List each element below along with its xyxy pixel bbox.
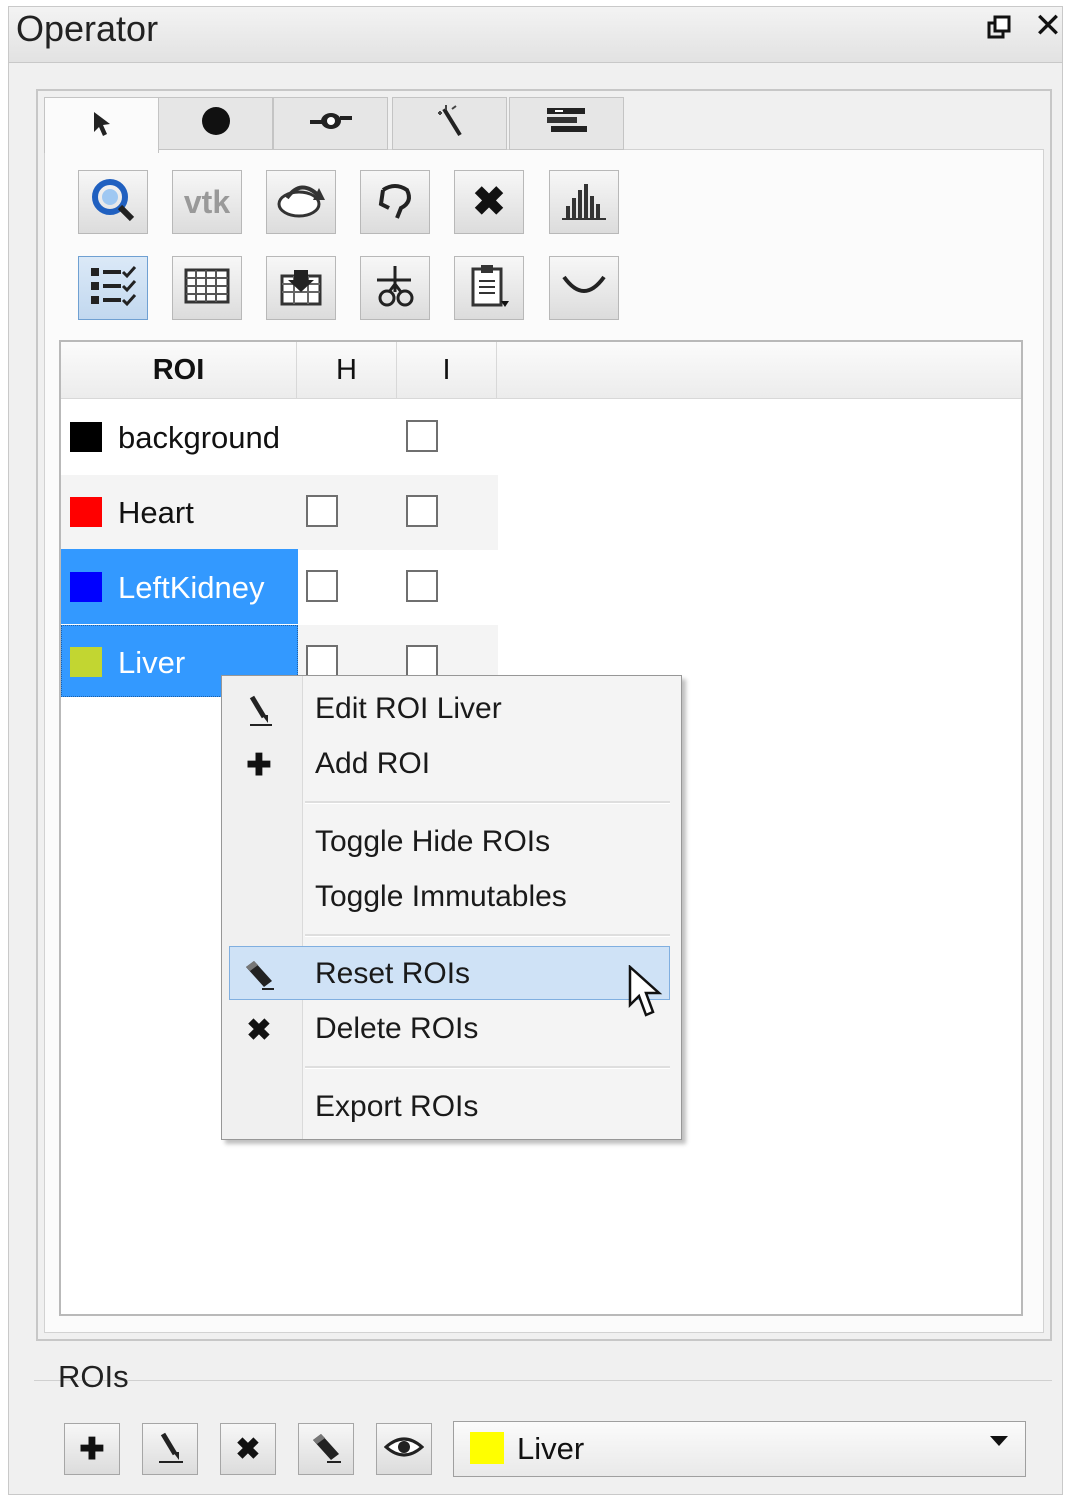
immutable-checkbox[interactable] [406, 570, 438, 602]
float-window-icon[interactable] [985, 14, 1013, 44]
scissors-icon [371, 264, 419, 313]
title-bar [9, 7, 1062, 63]
rotate-3d-icon [273, 178, 329, 227]
vtk-label: vtk [183, 183, 231, 220]
hide-checkbox[interactable] [306, 495, 338, 527]
immutable-checkbox[interactable] [406, 645, 438, 677]
eraser-icon [238, 954, 280, 994]
histogram-icon [560, 180, 608, 225]
roi-name: Liver [118, 645, 186, 680]
delete-button[interactable]: ✖ [454, 170, 524, 234]
edit-roi-button[interactable] [142, 1423, 198, 1475]
menu-item-toggle-immutables[interactable]: Toggle Immutables [315, 880, 567, 914]
x-icon: ✖ [246, 1013, 272, 1047]
menu-separator [305, 801, 670, 804]
roi-list-button[interactable] [78, 256, 148, 320]
dot-icon [200, 105, 232, 142]
hide-checkbox[interactable] [306, 570, 338, 602]
arrow-pointer-icon [88, 108, 116, 143]
roi-name: Heart [118, 495, 194, 530]
magic-wand-icon [432, 103, 468, 144]
plus-icon: ✚ [246, 748, 272, 782]
curve-icon [560, 271, 608, 306]
rotate-3d-button[interactable] [266, 170, 336, 234]
scissors-button[interactable] [360, 256, 430, 320]
chevron-down-icon[interactable] [990, 1436, 1008, 1446]
selected-roi-color-swatch [470, 1432, 504, 1464]
roi-name: background [118, 420, 281, 455]
selected-roi-label: Liver [517, 1431, 585, 1466]
layers-icon [545, 105, 589, 142]
immutable-checkbox[interactable] [406, 420, 438, 452]
menu-item-edit-roi[interactable]: Edit ROI Liver [315, 692, 502, 726]
column-header-roi[interactable]: ROI [61, 342, 297, 398]
column-header-immutable[interactable]: I [397, 342, 497, 398]
tab-arrow[interactable] [44, 97, 159, 153]
menu-item-toggle-hide[interactable]: Toggle Hide ROIs [315, 825, 550, 859]
add-roi-button[interactable]: ✚ [64, 1423, 120, 1475]
immutable-checkbox[interactable] [406, 495, 438, 527]
roi-color-swatch [70, 422, 102, 452]
eraser-icon [309, 1430, 343, 1469]
roi-color-swatch [70, 572, 102, 602]
tab-brush[interactable] [273, 97, 388, 150]
reset-roi-button[interactable] [298, 1423, 354, 1475]
pencil-icon [238, 690, 280, 730]
menu-item-delete-rois[interactable]: Delete ROIs [315, 1012, 478, 1046]
menu-item-reset-rois[interactable]: Reset ROIs [315, 957, 470, 991]
plus-icon: ✚ [79, 1432, 105, 1466]
clipboard-icon [467, 263, 511, 314]
table-icon [184, 268, 230, 309]
delete-roi-button[interactable]: ✖ [220, 1423, 276, 1475]
lasso-icon [373, 178, 417, 227]
pencil-icon [155, 1430, 185, 1469]
histogram-button[interactable] [549, 170, 619, 234]
x-icon: ✖ [235, 1432, 261, 1466]
column-header-hide[interactable]: H [297, 342, 397, 398]
menu-item-export-rois[interactable]: Export ROIs [315, 1090, 478, 1124]
rois-group-title: ROIs [58, 1359, 129, 1394]
clipboard-button[interactable] [454, 256, 524, 320]
curve-button[interactable] [549, 256, 619, 320]
hide-checkbox[interactable] [306, 645, 338, 677]
mouse-cursor-icon [628, 964, 664, 1024]
menu-separator [305, 934, 670, 937]
table-button[interactable] [172, 256, 242, 320]
import-button[interactable] [266, 256, 336, 320]
zoom-search-button[interactable] [78, 170, 148, 234]
roi-color-swatch [70, 647, 102, 677]
import-icon [278, 266, 324, 311]
menu-separator [305, 1066, 670, 1069]
toggle-visibility-button[interactable] [376, 1423, 432, 1475]
roi-color-swatch [70, 497, 102, 527]
tab-layers[interactable] [509, 97, 624, 150]
tab-dot[interactable] [158, 97, 273, 150]
close-icon[interactable]: ✕ [1033, 9, 1063, 43]
zoom-search-icon [88, 175, 138, 230]
brush-icon [308, 108, 354, 139]
vtk-button[interactable]: vtk [172, 170, 242, 234]
lasso-button[interactable] [360, 170, 430, 234]
roi-name: LeftKidney [118, 570, 265, 605]
delete-icon: ✖ [472, 180, 506, 224]
tab-wand[interactable] [392, 97, 507, 150]
eye-icon [383, 1435, 425, 1464]
panel-title: Operator [16, 8, 159, 49]
menu-item-add-roi[interactable]: Add ROI [315, 747, 430, 781]
roi-list-icon [87, 264, 139, 313]
